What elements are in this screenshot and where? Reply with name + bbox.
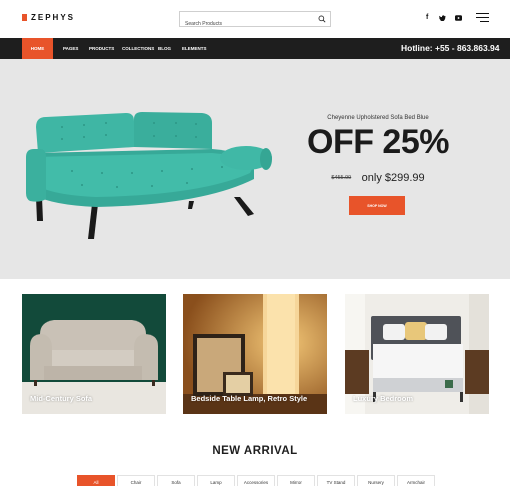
facebook-icon[interactable]: f	[426, 14, 428, 21]
sofa-bed-image	[26, 112, 272, 239]
twitter-icon[interactable]	[439, 15, 446, 21]
logo-mark	[22, 14, 27, 21]
hero-banner: Cheyenne Upholstered Sofa Bed Blue OFF 2…	[0, 59, 510, 279]
filter-tab-tv-stand[interactable]: TV Stand	[317, 475, 355, 486]
category-label: Bedside Table Lamp, Retro Style	[191, 394, 308, 403]
nav-item-home[interactable]: Home	[22, 38, 53, 59]
filter-tab-sofa[interactable]: Sofa	[157, 475, 195, 486]
hero-price: $455.99 only $299.99	[298, 169, 458, 187]
search-input[interactable]	[180, 17, 310, 31]
filter-tab-all[interactable]: All	[77, 475, 115, 486]
hotline: Hotline: +55 - 863.863.94	[401, 43, 500, 53]
filter-tab-accessories[interactable]: Accessories	[237, 475, 275, 486]
new-arrival-title: NEW ARRIVAL	[212, 445, 298, 457]
category-label: Mid-Century Sofa	[30, 394, 93, 403]
filter-tab-nursery[interactable]: Nursery	[357, 475, 395, 486]
logo-text: ZEPHYS	[31, 13, 76, 22]
logo[interactable]: ZEPHYS	[22, 13, 75, 22]
nav-item-products[interactable]: Products	[89, 38, 114, 59]
hero-subtitle: Cheyenne Upholstered Sofa Bed Blue	[327, 115, 429, 121]
category-card-bedside-lamp[interactable]: Bedside Table Lamp, Retro Style	[183, 294, 327, 414]
nav-item-blog[interactable]: Blog	[158, 38, 171, 59]
category-card-luxury-bedroom[interactable]: Luxury Bedroom	[345, 294, 489, 414]
nav-item-elements[interactable]: Elements	[182, 38, 207, 59]
filter-tab-chair[interactable]: Chair	[117, 475, 155, 486]
new-price: only $299.99	[361, 171, 425, 184]
filter-tab-armchair[interactable]: Armchair	[397, 475, 435, 486]
filter-tab-lamp[interactable]: Lamp	[197, 475, 235, 486]
shop-now-button[interactable]: Shop Now	[349, 196, 405, 215]
menu-hamburger-icon[interactable]	[476, 13, 489, 23]
main-nav: Home Pages Products Collections Blog Ele…	[0, 38, 510, 59]
filter-tab-mirror[interactable]: Mirror	[277, 475, 315, 486]
hero-title: OFF 25%	[307, 123, 449, 161]
site-header: ZEPHYS f	[0, 0, 510, 38]
search-box	[179, 11, 331, 31]
youtube-icon[interactable]	[455, 15, 462, 21]
category-card-mid-century-sofa[interactable]: Mid-Century Sofa	[22, 294, 166, 414]
search-icon[interactable]	[318, 15, 326, 23]
nav-item-collections[interactable]: Collections	[122, 38, 154, 59]
nav-item-pages[interactable]: Pages	[63, 38, 78, 59]
old-price: $455.99	[331, 174, 352, 181]
category-label: Luxury Bedroom	[353, 394, 414, 403]
